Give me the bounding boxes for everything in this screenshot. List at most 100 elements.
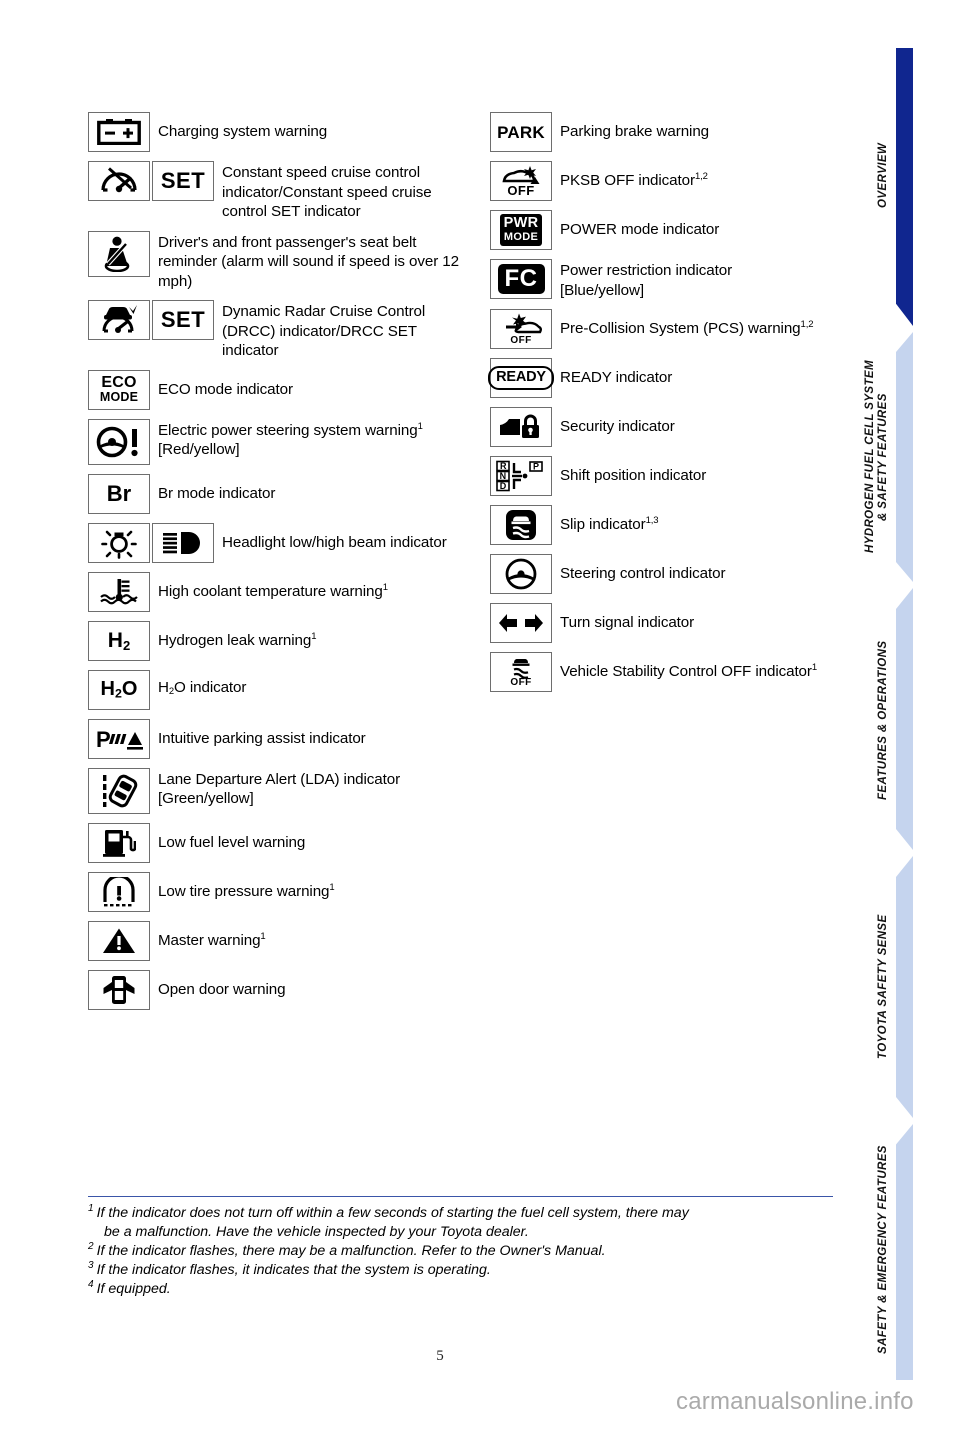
icon-group (88, 969, 152, 1010)
set-label: SET (160, 168, 206, 193)
footnote-marker: 2 (88, 1241, 94, 1253)
footnote-marker: 1 (311, 630, 317, 642)
list-item-label-text: Master warning (158, 931, 261, 949)
list-item-label-text: Power restriction indicator (560, 262, 733, 279)
ready-icon: READY (488, 358, 554, 398)
footnote-marker: 1,3 (645, 515, 659, 527)
icon-group (88, 822, 152, 863)
list-item: ECO MODE ECO mode indicator (88, 369, 470, 410)
seat-belt-reminder-icon (88, 230, 150, 277)
list-item: OFF Pre-Collision System (PCS) warning1,… (490, 309, 840, 349)
power-mode-icon: PWR MODE (490, 210, 552, 250)
icon-group: OFF (490, 161, 554, 201)
section-tab-strip: OVERVIEW HYDROGEN FUEL CELL SYSTEM & SAF… (830, 0, 960, 1433)
svg-text:P: P (96, 727, 111, 752)
footnote-marker: 1,2 (800, 319, 814, 331)
icon-group: FC (490, 259, 554, 299)
list-item: READY READY indicator (488, 358, 840, 398)
list-item-label: Power restriction indicator [Blue/yellow… (554, 259, 732, 300)
footnote-marker: 1 (329, 881, 335, 893)
footnote-marker: 1 (88, 1203, 94, 1215)
list-item-label: Pre-Collision System (PCS) warning1,2 (554, 319, 814, 339)
lane-departure-alert-icon (88, 767, 150, 814)
icon-group: SET (88, 161, 216, 201)
icon-group (490, 603, 554, 643)
tab-label-tss[interactable]: TOYOTA SAFETY SENSE (877, 892, 890, 1082)
list-item-label: High coolant temperature warning1 (152, 582, 388, 602)
list-item-label-text: Low tire pressure warning (158, 882, 330, 900)
shift-n-label: N (500, 471, 507, 481)
list-item-label-text: High coolant temperature warning (158, 582, 383, 600)
headlight-high-beam-icon (152, 522, 214, 563)
footnote-marker: 1,2 (694, 171, 708, 183)
list-item-label: Open door warning (158, 980, 286, 998)
low-fuel-icon (88, 822, 150, 863)
icon-group: OFF (490, 309, 554, 349)
footnote-text: If equipped. (96, 1281, 171, 1297)
list-item-label: Hydrogen leak warning1 (152, 630, 317, 651)
list-item-label-color: [Red/yellow] (158, 441, 240, 458)
h2-label: H2 (107, 628, 131, 653)
list-item: SET Constant speed cruise control indica… (88, 161, 470, 222)
list-item-label: Electric power steering system warning1 … (152, 419, 423, 460)
list-item-label: PKSB OFF indicator1,2 (554, 171, 708, 191)
list-item-label-color: [Green/yellow] (158, 790, 254, 807)
list-item-label-color: [Blue/yellow] (560, 281, 644, 299)
intuitive-parking-assist-icon: P (88, 718, 150, 759)
h2o-icon: H2O (88, 669, 150, 710)
indicator-list-left: Charging system warning SET Constant spe… (88, 112, 470, 1019)
icon-group (88, 112, 152, 152)
coolant-temperature-icon (88, 571, 150, 612)
tab-band-hydrogen[interactable] (896, 332, 913, 582)
list-item: Security indicator (490, 407, 840, 447)
icon-group (88, 767, 152, 814)
list-item-label-text: Lane Departure Alert (LDA) indicator (158, 770, 401, 788)
tab-band-overview[interactable] (896, 48, 913, 326)
tab-label-hydrogen[interactable]: HYDROGEN FUEL CELL SYSTEM & SAFETY FEATU… (864, 338, 890, 576)
icon-group: OFF (490, 652, 554, 692)
icon-group: H2O (88, 669, 152, 710)
list-item: OFF PKSB OFF indicator1,2 (490, 161, 840, 201)
tab-label-overview[interactable]: OVERVIEW (877, 100, 890, 250)
icon-group (88, 571, 152, 612)
icon-group: READY (488, 358, 554, 398)
list-item-label-text: Electric power steering system warning (158, 421, 418, 439)
list-item-label: ECO mode indicator (158, 380, 293, 398)
list-item-label: READY indicator (560, 369, 673, 387)
tab-label-features[interactable]: FEATURES & OPERATIONS (877, 620, 890, 820)
list-item: FC Power restriction indicator [Blue/yel… (490, 259, 840, 300)
eco-line-1: ECO (101, 374, 137, 392)
icon-group (88, 230, 152, 277)
icon-group: ECO MODE (88, 369, 152, 410)
turn-signal-icon (490, 603, 552, 643)
footnote-1: 1 If the indicator does not turn off with… (88, 1204, 833, 1223)
list-item: Charging system warning (88, 112, 470, 152)
tab-band-safety[interactable] (896, 1124, 913, 1380)
icon-group (88, 522, 216, 563)
shift-position-icon: R N D P (490, 456, 552, 496)
tab-label-safety[interactable]: SAFETY & EMERGENCY FEATURES (877, 1128, 890, 1372)
list-item-label: Turn signal indicator (560, 614, 695, 632)
list-item-label-text: Pre-Collision System (PCS) warning (560, 320, 801, 338)
list-item-label: Constant speed cruise control indicator/… (222, 164, 432, 220)
footnote-marker: 1 (417, 420, 423, 432)
low-tire-pressure-icon (88, 871, 150, 912)
pwr-line-2: MODE (503, 230, 539, 243)
list-item: Open door warning (88, 969, 470, 1010)
icon-group: P (88, 718, 152, 759)
pwr-line-1: PWR (503, 215, 539, 232)
list-item: Turn signal indicator (490, 603, 840, 643)
list-item: Driver's and front passenger's seat belt… (88, 230, 470, 292)
footnote-marker: 1 (811, 662, 818, 674)
tab-band-tss[interactable] (896, 856, 913, 1118)
list-item: PARK Parking brake warning (490, 112, 840, 152)
park-text-icon: PARK (490, 112, 552, 152)
list-item: Master warning1 (88, 920, 470, 961)
security-icon (490, 407, 552, 447)
list-item: Steering control indicator (490, 554, 840, 594)
list-item: Lane Departure Alert (LDA) indicator [Gr… (88, 767, 470, 814)
eco-line-2: MODE (99, 390, 139, 405)
h2o-label: H2O (100, 677, 138, 701)
tab-band-features[interactable] (896, 588, 913, 850)
page-number: 5 (436, 1348, 444, 1364)
